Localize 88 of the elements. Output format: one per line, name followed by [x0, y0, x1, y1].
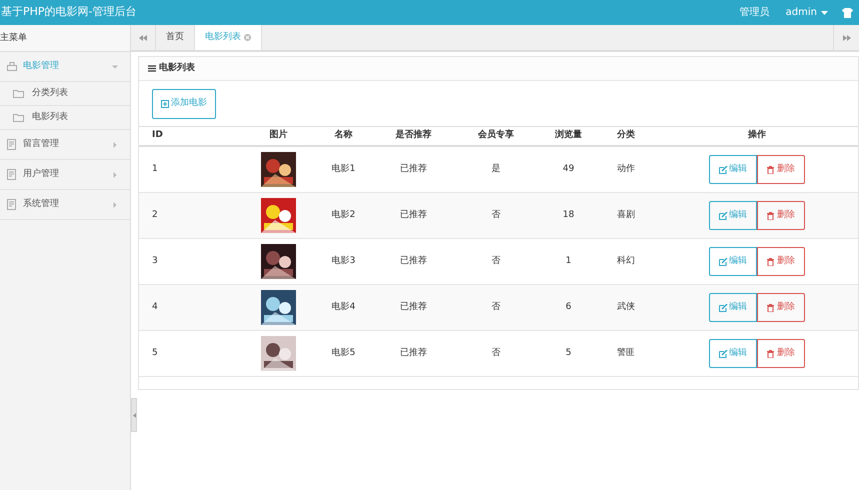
- edit-icon: [719, 166, 728, 174]
- list-icon: [148, 65, 156, 72]
- trash-icon: [767, 304, 774, 312]
- table-cell-text: 已推荐: [399, 208, 428, 222]
- table-cell-text: 1: [564, 254, 572, 268]
- column-header: ID: [151, 129, 164, 142]
- column-header: 是否推荐: [394, 129, 432, 142]
- caret-icon: [821, 10, 828, 14]
- table-cell-text: 电影5: [330, 346, 356, 360]
- edit-icon: [719, 304, 728, 312]
- add-movie-button[interactable]: 添加电影: [152, 88, 216, 118]
- table-cell-text: 3: [151, 254, 159, 268]
- table-cell-text: 49: [562, 162, 576, 176]
- document-icon: [7, 169, 17, 180]
- table-cell-text: 武侠: [616, 300, 636, 314]
- caret-icon: [112, 202, 118, 208]
- sidebar-item[interactable]: 留言管理: [0, 130, 130, 160]
- sidebar-title: 主菜单: [0, 25, 130, 52]
- table-cell-text: 警匪: [616, 346, 636, 360]
- table-cell-text: 否: [490, 208, 502, 222]
- role-label: 管理员: [740, 6, 770, 20]
- tab[interactable]: 电影列表: [195, 25, 262, 50]
- table-cell-text: 电影1: [330, 162, 356, 176]
- table-cell-text: 喜剧: [616, 208, 636, 222]
- delete-button[interactable]: 删除: [757, 155, 805, 184]
- table-cell-text: 已推荐: [399, 162, 428, 176]
- column-header: 操作: [747, 129, 767, 142]
- plus-square-icon: [161, 100, 169, 108]
- caret-icon: [112, 64, 118, 70]
- edit-button[interactable]: 编辑: [709, 201, 757, 230]
- table-cell-text: 已推荐: [399, 254, 428, 268]
- table-cell-text: 电影2: [330, 208, 356, 222]
- table-cell-text: 6: [564, 300, 572, 314]
- delete-button[interactable]: 删除: [757, 201, 805, 230]
- table-cell-text: 已推荐: [399, 346, 428, 360]
- table-cell-text: 已推荐: [399, 300, 428, 314]
- edit-icon: [719, 258, 728, 266]
- briefcase-icon: [7, 61, 17, 72]
- double-chevron-right-icon: [842, 34, 850, 40]
- table-cell-text: 2: [151, 208, 159, 222]
- table-cell-text: 是: [490, 162, 502, 176]
- table-cell-text: 否: [490, 346, 502, 360]
- column-header: 图片: [268, 129, 288, 142]
- delete-button[interactable]: 删除: [757, 339, 805, 368]
- trash-icon: [767, 350, 774, 358]
- table-cell-text: 动作: [616, 162, 636, 176]
- table-cell-text: 1: [151, 162, 159, 176]
- sidebar-item[interactable]: 系统管理: [0, 190, 130, 220]
- column-header: 名称: [334, 129, 354, 142]
- folder-icon: [13, 89, 24, 98]
- table-cell-text: 否: [490, 300, 502, 314]
- trash-icon: [767, 258, 774, 266]
- column-header: 浏览量: [554, 129, 583, 142]
- column-header: 会员专享: [477, 129, 515, 142]
- document-icon: [7, 139, 17, 150]
- sidebar-subitem[interactable]: 电影列表: [0, 106, 130, 130]
- app-title: 基于PHP的电影网-管理后台: [0, 4, 137, 20]
- caret-icon: [112, 142, 118, 148]
- table-cell-text: 5: [564, 346, 572, 360]
- column-header: 分类: [616, 129, 636, 142]
- shirt-icon: [842, 8, 853, 18]
- trash-icon: [767, 166, 774, 174]
- edit-button[interactable]: 编辑: [709, 247, 757, 276]
- table-cell-text: 电影4: [330, 300, 356, 314]
- sidebar-item[interactable]: 电影管理: [0, 52, 130, 82]
- folder-icon: [13, 113, 24, 122]
- table-cell-text: 5: [151, 346, 159, 360]
- edit-button[interactable]: 编辑: [709, 293, 757, 322]
- delete-button[interactable]: 删除: [757, 247, 805, 276]
- table-cell-text: 科幻: [616, 254, 636, 268]
- user-menu[interactable]: admin: [786, 5, 828, 20]
- table-cell-text: 电影3: [330, 254, 356, 268]
- caret-icon: [112, 172, 118, 178]
- delete-button[interactable]: 删除: [757, 293, 805, 322]
- double-chevron-left-icon: [139, 34, 147, 40]
- edit-button[interactable]: 编辑: [709, 155, 757, 184]
- sidebar-subitem[interactable]: 分类列表: [0, 82, 130, 106]
- table-cell-text: 4: [151, 300, 159, 314]
- panel-title: 电影列表: [159, 62, 195, 75]
- edit-button[interactable]: 编辑: [709, 339, 757, 368]
- sidebar-item[interactable]: 用户管理: [0, 160, 130, 190]
- collapse-handle[interactable]: [131, 398, 137, 432]
- table-cell-text: 18: [562, 208, 576, 222]
- table-cell-text: 否: [490, 254, 502, 268]
- trash-icon: [767, 212, 774, 220]
- edit-icon: [719, 350, 728, 358]
- document-icon: [7, 199, 17, 210]
- edit-icon: [719, 212, 728, 220]
